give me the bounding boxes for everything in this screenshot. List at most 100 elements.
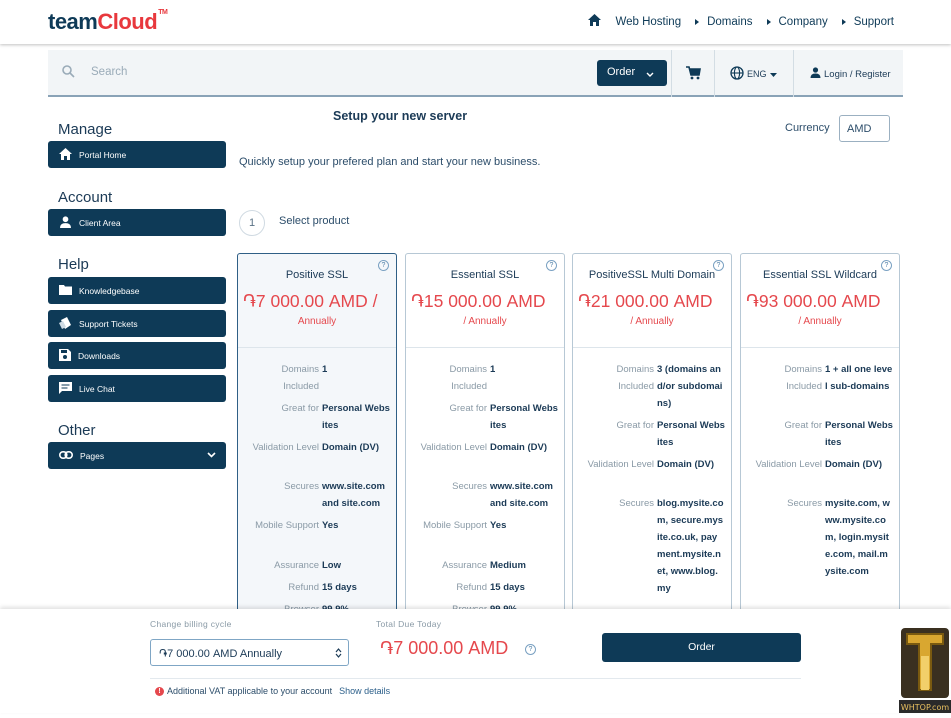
whtop-watermark-logo: WHTOP.com [899,626,951,713]
billing-cycle-select[interactable]: ֏7 000.00 AMD Annually [150,639,349,666]
help-icon[interactable]: ? [713,260,724,271]
chevron-updown-icon [335,648,342,660]
feature-label: Assurance [274,560,319,571]
product-price: ֏21 000.00 AMD [578,291,713,311]
feature-label: Secures [284,481,319,492]
info-icon: ! [155,686,164,696]
divider [793,50,794,97]
product-card-header: PositiveSSL Multi Domain ֏21 000.00 AMD / … [573,254,731,348]
order-summary-bar: Change billing cycle ֏7 000.00 AMD Annua… [0,609,951,713]
feature-label: Domains Included [449,364,488,392]
feature-value: mysite.com, www.mysite.com, login.mysite… [825,498,890,577]
home-icon [59,147,72,162]
top-bar: teamCloudTM Web Hosting Domains Company … [0,0,951,44]
search-bar: Search Order ENG Login / Register [48,50,903,97]
feature-value: blog.mysite.com, secure.mysite.co.uk, pa… [657,498,724,594]
product-feature: Secures mysite.com, www.mysite.com, login… [741,495,899,577]
sidebar-heading-help: Help [58,256,89,273]
sidebar-item-live-chat[interactable]: Live Chat [48,375,226,402]
language-selector[interactable]: ENG [730,66,777,82]
sidebar-item-downloads[interactable]: Downloads [48,342,226,369]
sidebar-item-pages[interactable]: Pages [48,442,226,469]
caret-right-icon [695,18,700,25]
step-label: Select product [279,215,350,227]
login-register-link[interactable]: Login / Register [810,67,891,81]
feature-label: Great for [449,403,488,414]
user-icon [59,215,72,230]
product-name: Essential SSL Wildcard [763,269,877,281]
feature-value: Domain (DV) [825,459,882,470]
product-name: Essential SSL [450,269,520,281]
feature-label: Validation Level [755,459,822,470]
divider [150,678,801,679]
sidebar-heading-account: Account [58,189,113,206]
feature-label: Refund [288,582,319,593]
feature-label: Mobile Support [423,520,487,531]
product-name: PositiveSSL Multi Domain [588,269,716,281]
feature-label: Secures [452,481,487,492]
feature-label: Refund [456,582,487,593]
sidebar-heading-other: Other [58,422,96,439]
save-icon [59,348,71,363]
search-input[interactable]: Search [91,66,127,78]
feature-value: www.site.com and site.com [322,481,385,509]
sidebar-item-client-area[interactable]: Client Area [48,209,226,236]
feature-value: Personal Websites [657,420,725,448]
feature-label: Secures [619,498,654,509]
divider [671,50,672,97]
feature-value: 15 days [322,582,357,593]
help-icon[interactable]: ? [525,644,536,655]
order-button[interactable]: Order [602,633,801,662]
feature-value: Personal Websites [322,403,390,431]
nav-web-hosting[interactable]: Web Hosting [615,16,681,28]
feature-label: Mobile Support [255,520,319,531]
main-nav: Web Hosting Domains Company Support [588,14,894,29]
product-billing-cycle: / Annually [630,316,674,327]
help-icon[interactable]: ? [546,260,557,271]
feature-value: 1 [490,364,496,375]
cart-icon[interactable] [686,66,701,85]
sidebar-item-support-tickets[interactable]: Support Tickets [48,310,226,337]
caret-right-icon [766,18,771,25]
feature-value: Personal Websites [825,420,893,448]
product-card-header: Essential SSL Wildcard ֏93 000.00 AMD / An… [741,254,899,348]
feature-label: Validation Level [587,459,654,470]
nav-domains[interactable]: Domains [695,16,753,28]
sidebar-item-knowledgebase[interactable]: Knowledgebase [48,277,226,304]
show-details-link[interactable]: Show details [339,686,390,696]
billing-cycle-label: Change billing cycle [150,619,232,629]
page-subtitle: Quickly setup your prefered plan and sta… [239,156,541,168]
sidebar-item-portal-home[interactable]: Portal Home [48,141,226,168]
caret-down-icon [769,69,777,79]
total-due-label: Total Due Today [376,619,442,629]
feature-value: 3 (domains and/or subdomains) [657,364,723,409]
divider [714,50,715,97]
home-icon[interactable] [588,14,602,29]
help-icon[interactable]: ? [881,260,892,271]
feature-label: Great for [281,403,320,414]
brand-logo[interactable]: teamCloudTM [48,9,168,35]
feature-label: Great for [784,420,823,431]
product-billing-cycle: Annually [297,316,337,327]
feature-label: Secures [787,498,822,509]
feature-value: Domain (DV) [490,442,547,453]
product-name: Positive SSL [285,269,349,281]
feature-value: Low [322,560,341,571]
user-icon [810,67,821,81]
feature-value: Domain (DV) [657,459,714,470]
currency-select[interactable]: AMD [839,115,890,142]
product-feature: Domains Included 3 (domains and/or subdom… [573,361,731,421]
total-due-value: ֏7 000.00 AMD [380,638,509,658]
nav-support[interactable]: Support [841,16,894,28]
nav-company[interactable]: Company [766,16,828,28]
feature-value: 1 [322,364,328,375]
feature-label: Great for [616,420,655,431]
folder-icon [59,284,72,297]
feature-value: Yes [490,520,507,531]
sidebar-heading-manage: Manage [58,121,113,138]
order-dropdown-button[interactable]: Order [597,60,667,86]
help-icon[interactable]: ? [378,260,389,271]
caret-right-icon [841,18,846,25]
product-card-header: Positive SSL ֏7 000.00 AMD / Annually? [238,254,396,348]
search-icon [62,65,75,83]
